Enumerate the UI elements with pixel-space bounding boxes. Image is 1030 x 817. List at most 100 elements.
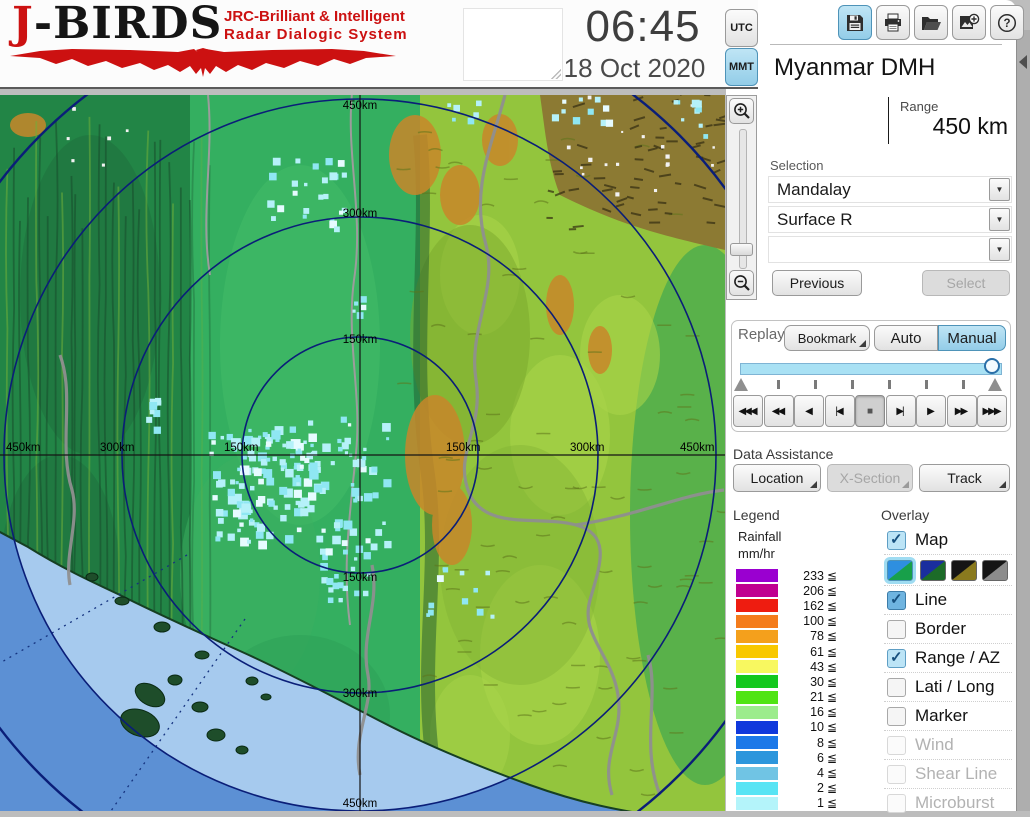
legend-value: 4 [817,766,824,781]
chevron-down-icon[interactable]: ▼ [989,238,1010,261]
fast-forward-button[interactable]: ▶▶ [946,395,977,427]
slider-tick [925,380,928,389]
chevron-down-icon[interactable]: ▼ [989,178,1010,201]
legend-value: 162 [803,598,824,613]
location-label: Location [750,470,804,486]
next-frame-button[interactable]: ▶| [885,395,916,427]
overlay-item-lati-long[interactable]: Lati / Long [884,672,1012,701]
overlay-item-marker[interactable]: Marker [884,701,1012,730]
overlay-item-range-az[interactable]: ✓ Range / AZ [884,643,1012,672]
overlay-item-label: Lati / Long [915,677,995,696]
range-label: Range [900,99,939,114]
legend-operator: ≦ [827,568,838,583]
range-start-marker[interactable] [734,378,748,391]
menu-corner-icon [902,481,909,488]
legend-row: 233 ≦ [728,568,864,583]
fast-rewind-button[interactable]: ◀◀ [763,395,794,427]
replay-slider-track[interactable] [740,363,1002,375]
overlay-item-map[interactable]: ✓ Map [884,526,1012,554]
overlay-item-microburst[interactable]: Microburst [884,788,1012,817]
legend-row: 21 ≦ [728,690,864,705]
overlay-item-wind[interactable]: Wind [884,730,1012,759]
radar-map[interactable]: 450km 300km 150km 150km 300km 450km 450k… [0,95,725,811]
legend-operator: ≦ [827,583,838,598]
jump-end-button[interactable]: ▶▶▶ [977,395,1007,427]
checkbox[interactable] [887,619,906,639]
ring-label: 300km [343,688,378,700]
checkbox[interactable] [887,677,906,697]
selection-dropdown-product[interactable]: Surface R ▼ [768,206,1012,233]
legend-operator: ≦ [827,781,838,796]
dropdown-value: Surface R [777,210,853,229]
overlay-item-label: Marker [915,706,968,725]
panel-edge-strip[interactable] [1016,30,1030,811]
jump-start-button[interactable]: ◀◀◀ [733,395,763,427]
panel-collapse-icon[interactable] [1019,55,1027,69]
menu-corner-icon [999,481,1006,488]
panel-divider [770,44,1002,45]
checkbox[interactable]: ✓ [887,530,906,550]
ring-label: 150km [446,442,481,454]
ring-label: 450km [343,798,378,810]
checkbox[interactable]: ✓ [887,590,906,610]
legend-operator: ≦ [827,796,838,811]
manual-button[interactable]: Manual [938,325,1006,351]
legend-row: 100 ≦ [728,614,864,629]
overlay-item-border[interactable]: Border [884,614,1012,643]
legend-row: 206 ≦ [728,583,864,598]
checkbox[interactable]: ✓ [887,648,906,668]
header-divider [0,87,758,89]
map-style-button-3[interactable] [951,559,977,581]
replay-slider-handle[interactable] [984,358,1000,374]
legend-row: 16 ≦ [728,705,864,720]
bookmark-button[interactable]: Bookmark [784,325,870,351]
play-button[interactable]: ▶ [916,395,946,427]
range-end-marker[interactable] [988,378,1002,391]
slider-tick [814,380,817,389]
overlay-item-line[interactable]: ✓ Line [884,585,1012,614]
map-style-button-4[interactable] [982,559,1008,581]
ring-label: 450km [6,442,41,454]
legend-value: 43 [810,659,824,674]
logo-title: J-BIRDS [12,0,223,49]
legend-operator: ≦ [827,766,838,781]
checkbox[interactable] [887,735,906,755]
overlay-item-shear-line[interactable]: Shear Line [884,759,1012,788]
checkbox[interactable] [887,764,906,784]
legend-color-swatch [736,645,778,659]
stop-button[interactable]: ■ [855,395,885,427]
checkbox[interactable] [887,706,906,726]
legend-value: 21 [810,690,824,705]
map-style-button-1[interactable] [887,559,913,581]
x-section-button[interactable]: X-Section [827,464,913,492]
previous-button[interactable]: Previous [772,270,862,296]
legend-operator: ≦ [827,629,838,644]
overlay-item-label: Shear Line [915,764,998,783]
chevron-down-icon[interactable]: ▼ [989,208,1010,231]
ring-label: 150km [343,334,378,346]
legend-operator: ≦ [827,614,838,629]
auto-button[interactable]: Auto [874,325,938,351]
legend-color-swatch [736,584,778,598]
location-button[interactable]: Location [733,464,821,492]
clock-date: 18 Oct 2020 [563,53,706,83]
ring-label: 300km [343,208,378,220]
slider-tick [962,380,965,389]
app-logo: J-BIRDS JRC-Brilliant & Intelligent Rada… [8,0,407,86]
dropdown-value: Mandalay [777,180,851,199]
legend-row: 30 ≦ [728,674,864,689]
legend-color-swatch [736,629,778,643]
legend-label: Legend [733,507,780,523]
legend-color-swatch [736,614,778,628]
map-style-button-2[interactable] [920,559,946,581]
prev-frame-button[interactable]: |◀ [824,395,855,427]
track-button[interactable]: Track [919,464,1010,492]
select-button[interactable]: Select [922,270,1010,296]
slider-tick [777,380,780,389]
overlay-item-label: Range / AZ [915,648,1001,667]
selection-dropdown-extra[interactable]: ▼ [768,236,1012,263]
checkbox[interactable] [887,793,906,813]
step-back-button[interactable]: ◀ [794,395,824,427]
check-icon: ✓ [890,590,903,608]
selection-dropdown-site[interactable]: Mandalay ▼ [768,176,1012,203]
